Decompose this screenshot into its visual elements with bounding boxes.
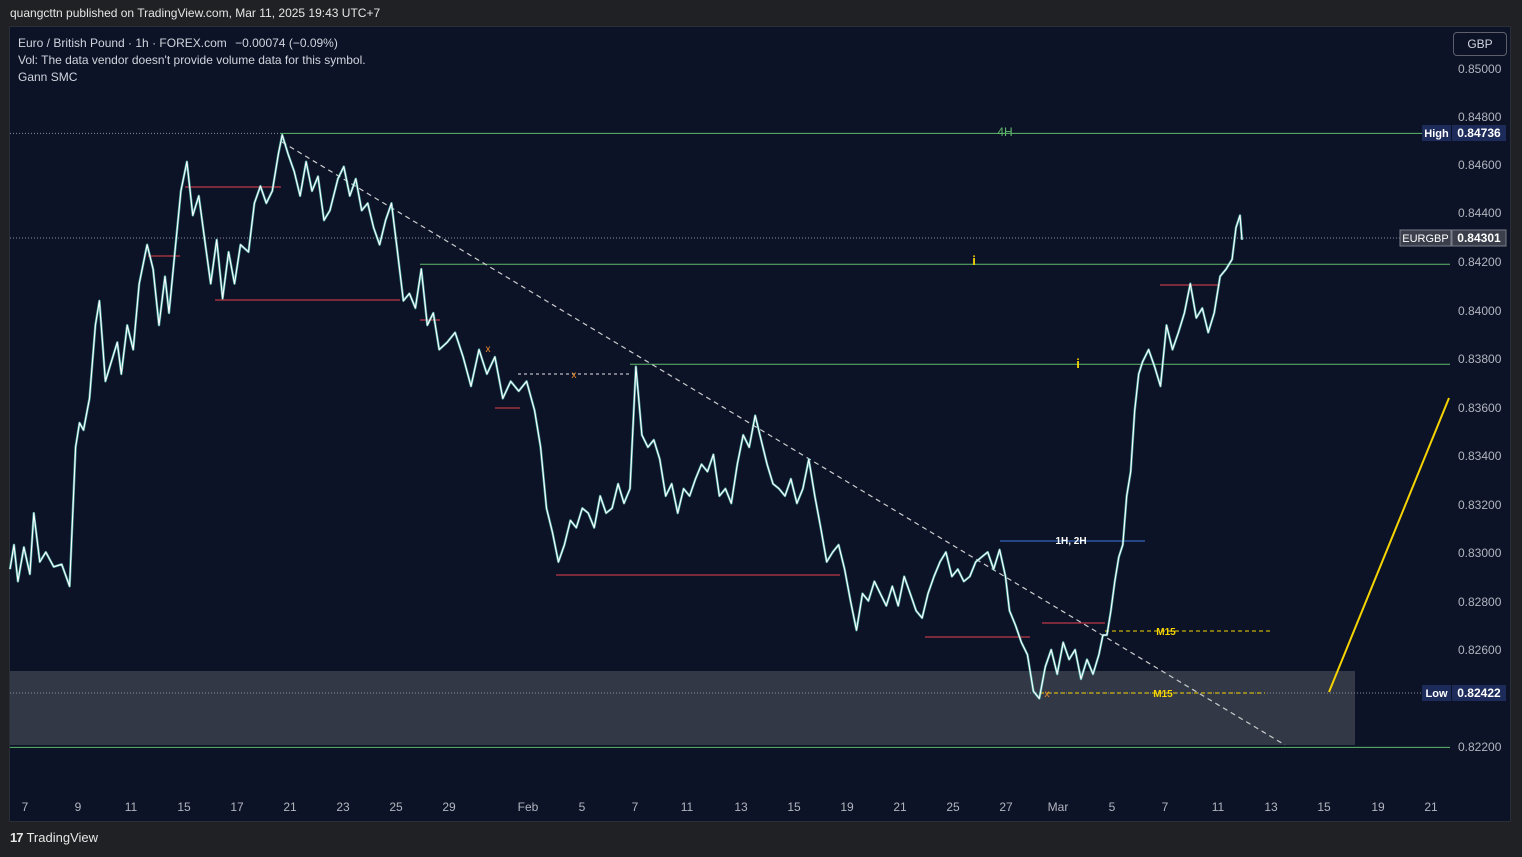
footer-brand[interactable]: 17 TradingView <box>10 830 98 845</box>
badge-value-3: 0.82422 <box>1457 686 1501 700</box>
x-tick-label: 7 <box>1162 800 1169 814</box>
y-tick-label: 0.83400 <box>1458 449 1502 463</box>
x-tick-label: 21 <box>893 800 907 814</box>
brand-name: TradingView <box>26 830 99 845</box>
x-tick-label: 13 <box>734 800 748 814</box>
label-1h-2h: 1H, 2H <box>1055 536 1086 547</box>
y-tick-label: 0.84400 <box>1458 206 1502 220</box>
x-tick-label: 11 <box>681 800 694 814</box>
x-tick-label: 21 <box>1424 800 1438 814</box>
marker-x-3: x <box>1045 689 1050 700</box>
marker-i-upper: i <box>972 253 976 268</box>
badge-label-2: EURGBP <box>1402 233 1448 245</box>
projection-line[interactable] <box>1328 397 1450 693</box>
x-tick-label: Feb <box>518 800 539 814</box>
x-tick-label: 21 <box>283 800 297 814</box>
x-tick-label: 11 <box>1212 800 1225 814</box>
x-tick-label: 25 <box>389 800 403 814</box>
label-4h: 4H <box>997 125 1012 139</box>
x-tick-label: 15 <box>177 800 191 814</box>
y-tick-label: 0.83200 <box>1458 498 1502 512</box>
label-m15-lower: M15 <box>1153 689 1173 700</box>
x-tick-label: 17 <box>230 800 244 814</box>
x-tick-label: 25 <box>946 800 960 814</box>
x-tick-label: 13 <box>1264 800 1278 814</box>
symbol-row: Euro / British Pound · 1h · FOREX.com −0… <box>18 35 366 52</box>
y-tick-label: 0.84000 <box>1458 304 1502 318</box>
descending-trendline[interactable] <box>281 141 1286 746</box>
y-tick-label: 0.82600 <box>1458 643 1502 657</box>
y-tick-label: 0.83800 <box>1458 352 1502 366</box>
badge-value-1: 0.84736 <box>1457 126 1501 140</box>
symbol-label: Euro / British Pound · 1h · FOREX.com <box>18 36 227 50</box>
x-tick-label: 27 <box>999 800 1013 814</box>
demand-zone[interactable] <box>10 671 1355 745</box>
marker-x-1: x <box>486 344 491 355</box>
x-tick-label: 15 <box>1317 800 1331 814</box>
x-tick-label: 29 <box>442 800 456 814</box>
change-label: −0.00074 (−0.09%) <box>235 36 338 50</box>
x-tick-label: 19 <box>840 800 854 814</box>
badge-label-1: High <box>1424 128 1449 140</box>
y-tick-label: 0.84200 <box>1458 255 1502 269</box>
y-tick-label: 0.83600 <box>1458 401 1502 415</box>
x-tick-label: 9 <box>75 800 82 814</box>
marker-x-2: x <box>572 370 577 381</box>
tradingview-logo-icon: 17 <box>10 830 24 845</box>
y-tick-label: 0.84800 <box>1458 110 1502 124</box>
marker-i-lower: i <box>1076 356 1080 371</box>
indicator-name[interactable]: Gann SMC <box>18 69 366 86</box>
x-tick-label: 7 <box>632 800 639 814</box>
badge-label-3: Low <box>1426 688 1448 700</box>
x-tick-label: 5 <box>1109 800 1116 814</box>
x-tick-label: 15 <box>787 800 801 814</box>
x-tick-label: 11 <box>125 800 138 814</box>
x-tick-label: 5 <box>579 800 586 814</box>
x-tick-label: 7 <box>22 800 29 814</box>
x-tick-label: 23 <box>336 800 350 814</box>
y-tick-label: 0.85000 <box>1458 62 1502 76</box>
x-tick-label: 19 <box>1371 800 1385 814</box>
label-m15-upper: M15 <box>1156 627 1176 638</box>
x-tick-label: Mar <box>1048 800 1069 814</box>
price-chart[interactable]: 4H i i 1H, 2H M15 M15 x x x 0.85000 0.84800 0.8460… <box>0 0 1522 857</box>
price-series-wicks[interactable] <box>8 133 1244 700</box>
volume-note: Vol: The data vendor doesn't provide vol… <box>18 53 366 67</box>
y-tick-label: 0.83000 <box>1458 546 1502 560</box>
price-series[interactable] <box>9 134 1243 700</box>
currency-button[interactable]: GBP <box>1453 32 1507 56</box>
y-tick-label: 0.82800 <box>1458 595 1502 609</box>
chart-legend: Euro / British Pound · 1h · FOREX.com −0… <box>18 35 366 86</box>
badge-value-2: 0.84301 <box>1457 231 1501 245</box>
y-tick-label: 0.84600 <box>1458 158 1502 172</box>
y-tick-label: 0.82200 <box>1458 740 1502 754</box>
